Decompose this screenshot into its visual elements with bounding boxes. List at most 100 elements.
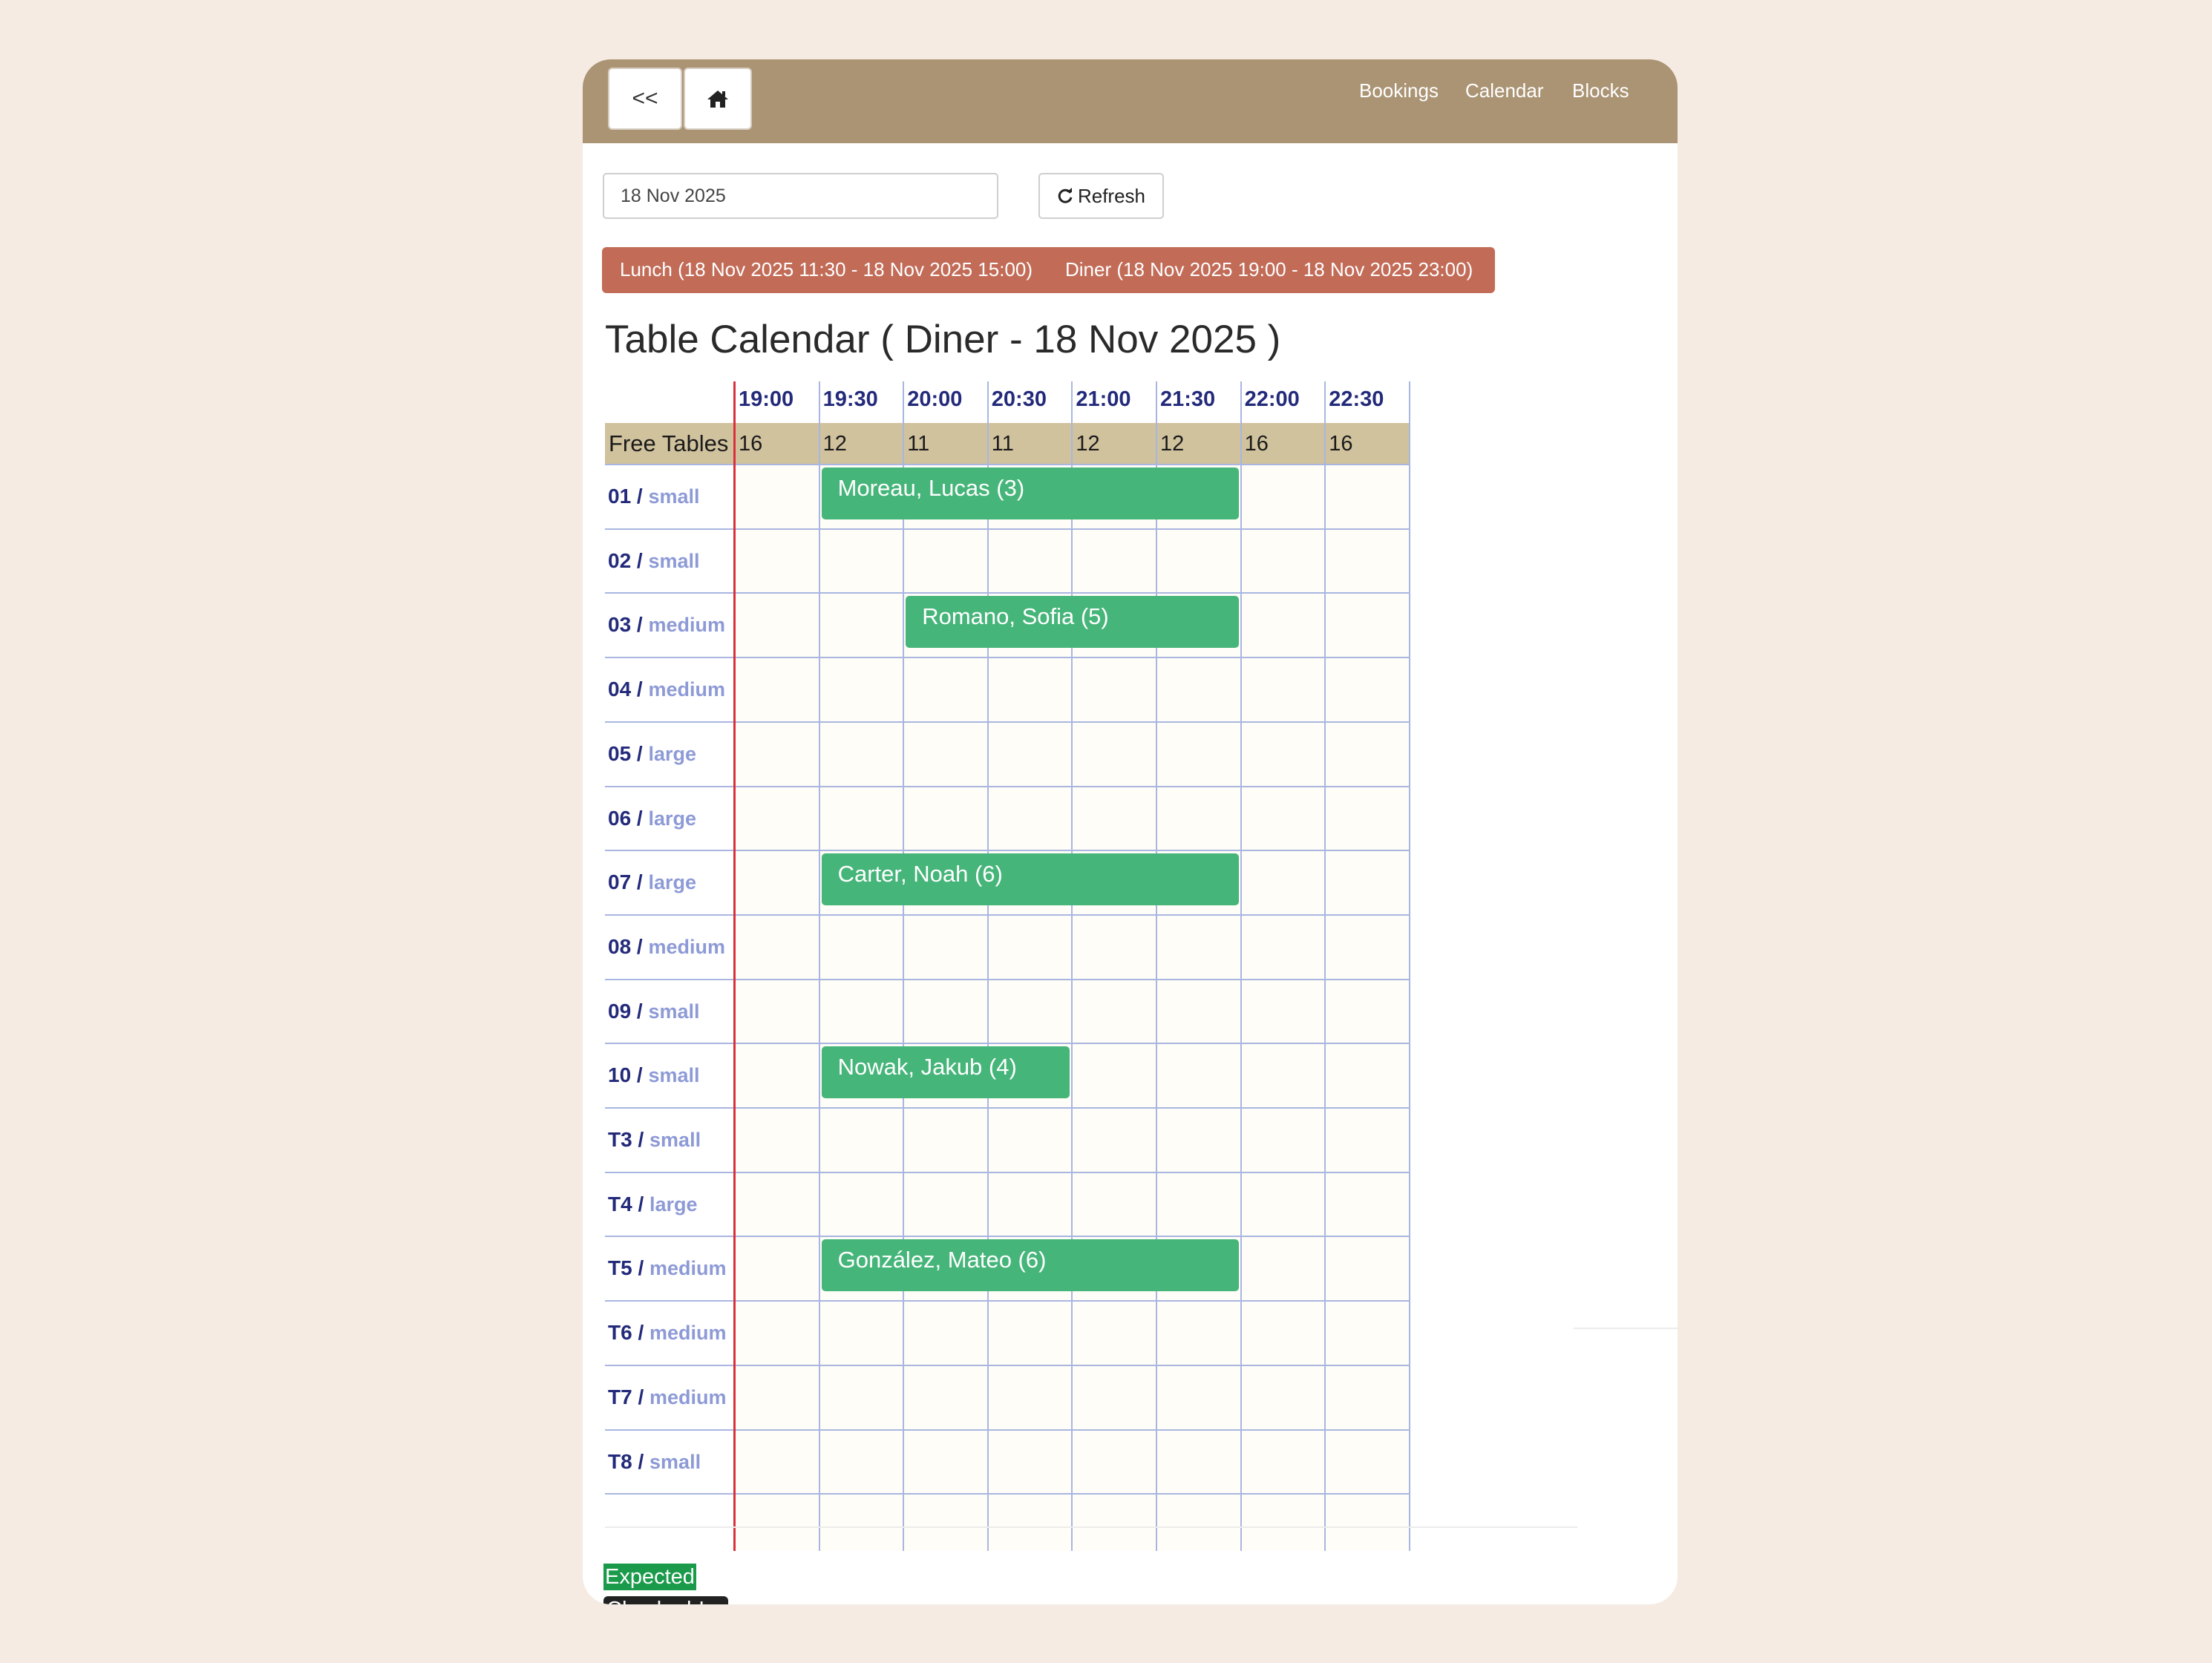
table-row-label[interactable]: 10 / small [608, 1063, 700, 1087]
table-row-label[interactable]: T4 / large [608, 1193, 698, 1216]
table-number: 08 [608, 934, 632, 958]
table-row-label[interactable]: 08 / medium [608, 935, 725, 959]
free-tables-count: 12 [822, 432, 847, 456]
time-header: 22:30 [1329, 387, 1384, 411]
separator: / [631, 548, 649, 572]
table-size: small [649, 1450, 701, 1473]
grid-line [986, 381, 989, 1551]
table-row-label[interactable]: T8 / small [608, 1450, 701, 1474]
table-number: T3 [608, 1128, 632, 1151]
booking-block[interactable]: González, Mateo (6) [821, 1239, 1239, 1292]
table-size: large [648, 742, 697, 765]
free-tables-count: 11 [991, 432, 1014, 456]
table-row-label[interactable]: 03 / medium [608, 613, 725, 637]
legend-checked-in: Checked-In [603, 1596, 728, 1604]
separator: / [632, 1256, 650, 1280]
grid-line [1240, 381, 1242, 1551]
grid-line [605, 464, 1410, 465]
free-tables-row: Free Tables 16 12 11 11 12 12 16 16 [605, 423, 1410, 465]
separator: / [631, 485, 649, 508]
separator: / [632, 1385, 650, 1408]
nav-link-bookings[interactable]: Bookings [1359, 79, 1439, 102]
grid-line [605, 1364, 1410, 1366]
grid-line [605, 1300, 1410, 1302]
grid-line [605, 1493, 1410, 1495]
home-icon [707, 91, 728, 108]
free-tables-count: 16 [1244, 432, 1269, 456]
grid-line [605, 1043, 1410, 1045]
table-size: medium [648, 614, 726, 637]
table-size: large [648, 807, 697, 830]
grid-line [605, 657, 1410, 659]
booking-block[interactable]: Romano, Sofia (5) [906, 596, 1239, 649]
table-number: 09 [608, 999, 632, 1023]
table-number: 03 [608, 613, 632, 637]
refresh-button[interactable]: Refresh [1038, 173, 1164, 219]
time-header: 19:30 [822, 387, 878, 411]
table-size: small [648, 1000, 700, 1023]
table-number: 05 [608, 741, 632, 765]
grid-line [605, 1236, 1410, 1238]
table-size: small [648, 549, 700, 572]
date-input[interactable] [603, 173, 998, 219]
grid-line [605, 850, 1410, 852]
table-row-label[interactable]: 06 / large [608, 807, 696, 830]
table-row-label[interactable]: T7 / medium [608, 1385, 727, 1409]
table-row-label[interactable]: 04 / medium [608, 678, 725, 701]
nav-link-calendar[interactable]: Calendar [1465, 79, 1544, 102]
table-row-label[interactable]: 02 / small [608, 549, 700, 573]
table-number: 02 [608, 548, 632, 572]
table-size: medium [649, 1385, 727, 1408]
booking-block[interactable]: Nowak, Jakub (4) [821, 1046, 1070, 1099]
table-number: T8 [608, 1449, 632, 1473]
table-calendar-grid: Free Tables 16 12 11 11 12 12 16 16 19:00 19:30 20:… [605, 381, 1410, 1551]
app-card: << Bookings Calendar Blocks Refresh Lunc… [583, 59, 1678, 1604]
table-number: 10 [608, 1063, 632, 1087]
separator: / [632, 1192, 650, 1216]
separator: / [631, 678, 649, 701]
free-tables-count: 11 [907, 432, 930, 456]
table-number: 07 [608, 870, 632, 894]
separator: / [631, 999, 649, 1023]
table-row-label[interactable]: 09 / small [608, 1000, 700, 1023]
grid-line [605, 528, 1410, 530]
table-size: medium [648, 678, 726, 701]
booking-block[interactable]: Carter, Noah (6) [821, 853, 1239, 906]
grid-line [1156, 381, 1157, 1551]
back-button[interactable]: << [608, 68, 682, 130]
table-number: 04 [608, 678, 632, 701]
time-header: 21:30 [1160, 387, 1216, 411]
separator: / [632, 1128, 650, 1151]
grid-line [605, 978, 1410, 980]
shift-diner[interactable]: Diner (18 Nov 2025 19:00 - 18 Nov 2025 2… [1065, 258, 1473, 281]
separator: / [631, 613, 649, 637]
free-tables-count: 16 [739, 432, 763, 456]
table-row-label[interactable]: 07 / large [608, 870, 696, 894]
nav-link-blocks[interactable]: Blocks [1572, 79, 1629, 102]
home-button[interactable] [684, 68, 752, 130]
grid-line [605, 1429, 1410, 1431]
separator: / [632, 1321, 650, 1345]
table-row-label[interactable]: T5 / medium [608, 1256, 727, 1280]
table-number: T5 [608, 1256, 632, 1280]
table-row-label[interactable]: T6 / medium [608, 1321, 727, 1345]
free-tables-label: Free Tables [609, 430, 729, 456]
time-header: 21:00 [1076, 387, 1131, 411]
table-row-label[interactable]: 05 / large [608, 742, 696, 766]
table-row-label[interactable]: T3 / small [608, 1128, 701, 1152]
time-header: 20:30 [991, 387, 1047, 411]
divider [605, 1526, 1577, 1528]
shift-lunch[interactable]: Lunch (18 Nov 2025 11:30 - 18 Nov 2025 1… [620, 258, 1033, 281]
top-nav-bar: << Bookings Calendar Blocks [583, 59, 1678, 143]
table-row-label[interactable]: 01 / small [608, 485, 700, 508]
separator: / [631, 1063, 649, 1087]
table-size: medium [649, 1257, 727, 1280]
table-size: small [648, 1064, 700, 1087]
grid-line [1324, 381, 1326, 1551]
table-number: T6 [608, 1321, 632, 1345]
free-tables-count: 16 [1329, 432, 1353, 456]
table-number: T4 [608, 1192, 632, 1216]
separator: / [631, 870, 649, 894]
booking-block[interactable]: Moreau, Lucas (3) [821, 468, 1239, 519]
grid-line [605, 721, 1410, 723]
